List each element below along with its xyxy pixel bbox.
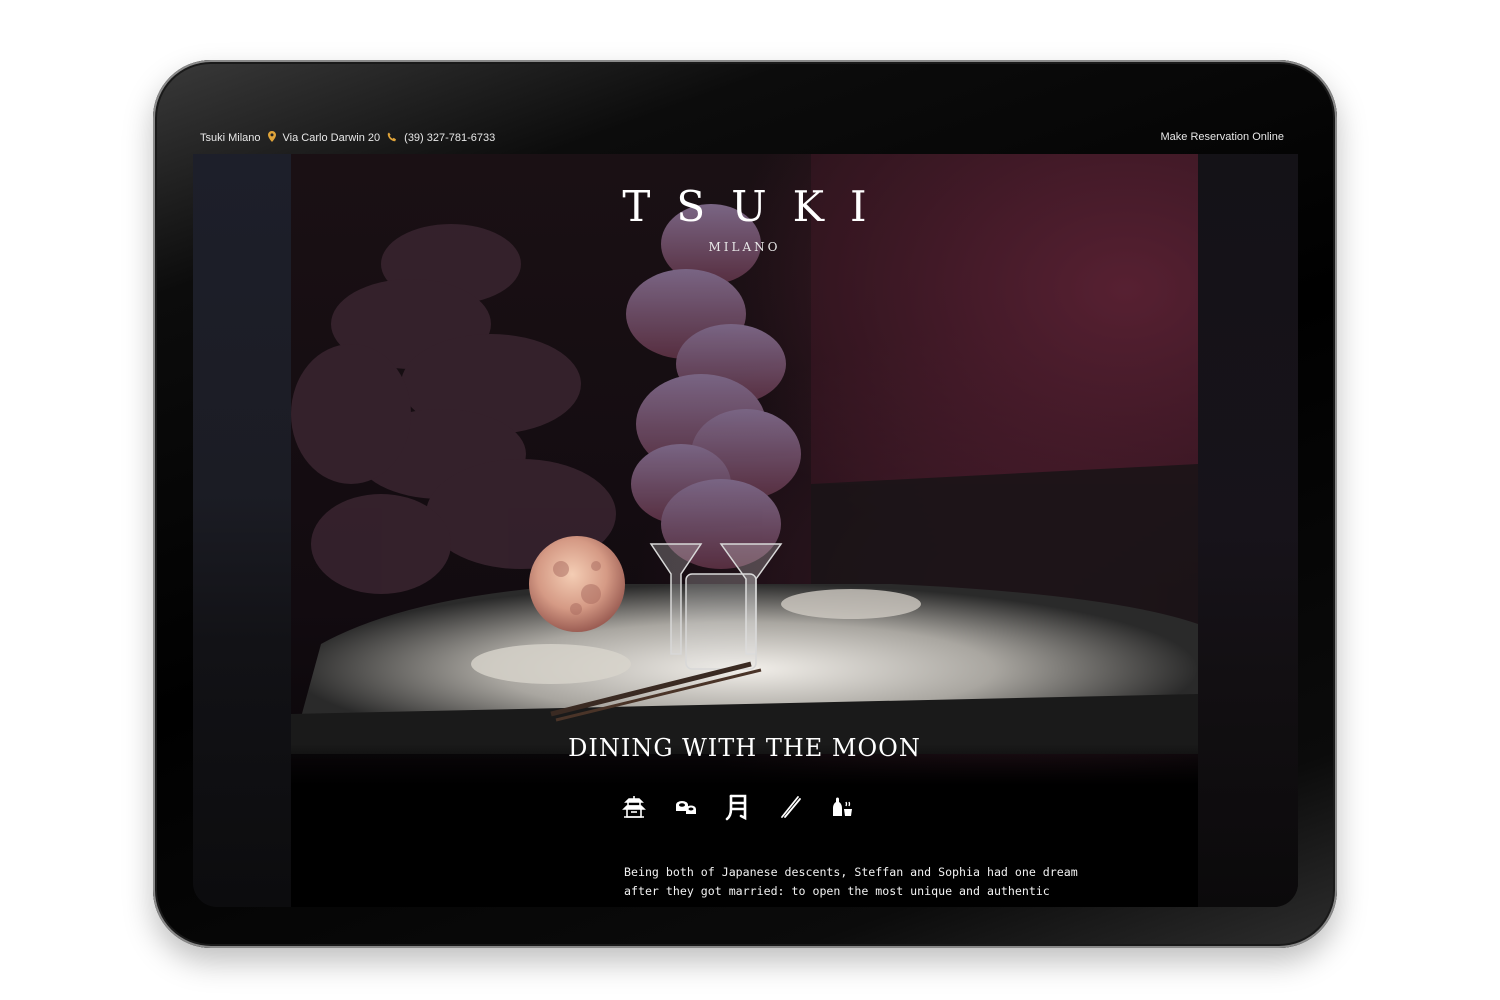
sushi-icon[interactable] <box>673 794 699 820</box>
tsuki-logo[interactable]: TSUKI <box>291 182 1198 231</box>
make-reservation-link[interactable]: Make Reservation Online <box>1160 131 1284 143</box>
intro-line-2: after they got married: to open the most… <box>624 884 1050 898</box>
right-blurred-panel <box>1198 154 1298 907</box>
moon-kanji-icon[interactable] <box>725 794 751 821</box>
logo-subtitle: MILANO <box>708 240 781 254</box>
website-viewport: TSUKI MILANO DINING WITH THE MOON Being … <box>193 154 1298 907</box>
feature-icons <box>621 794 855 821</box>
intro-line-1: Being both of Japanese descents, Steffan… <box>624 865 1078 879</box>
hero-headline: DINING WITH THE MOON <box>568 734 921 762</box>
top-info-bar: Tsuki Milano Via Carlo Darwin 20 (39) 32… <box>193 128 1298 148</box>
sake-icon[interactable] <box>829 794 855 820</box>
address-text[interactable]: Via Carlo Darwin 20 <box>283 132 381 144</box>
contact-info: Tsuki Milano Via Carlo Darwin 20 (39) 32… <box>200 131 495 145</box>
restaurant-name: Tsuki Milano <box>200 132 261 144</box>
location-pin-icon <box>267 131 276 145</box>
left-blurred-panel <box>193 154 291 907</box>
hero-image: TSUKI MILANO DINING WITH THE MOON Being … <box>291 154 1198 907</box>
pagoda-icon[interactable] <box>621 794 647 820</box>
phone-icon <box>387 132 397 145</box>
chopsticks-icon[interactable] <box>777 794 803 820</box>
phone-number[interactable]: (39) 327-781-6733 <box>404 132 495 144</box>
intro-paragraph: Being both of Japanese descents, Steffan… <box>624 863 1084 901</box>
